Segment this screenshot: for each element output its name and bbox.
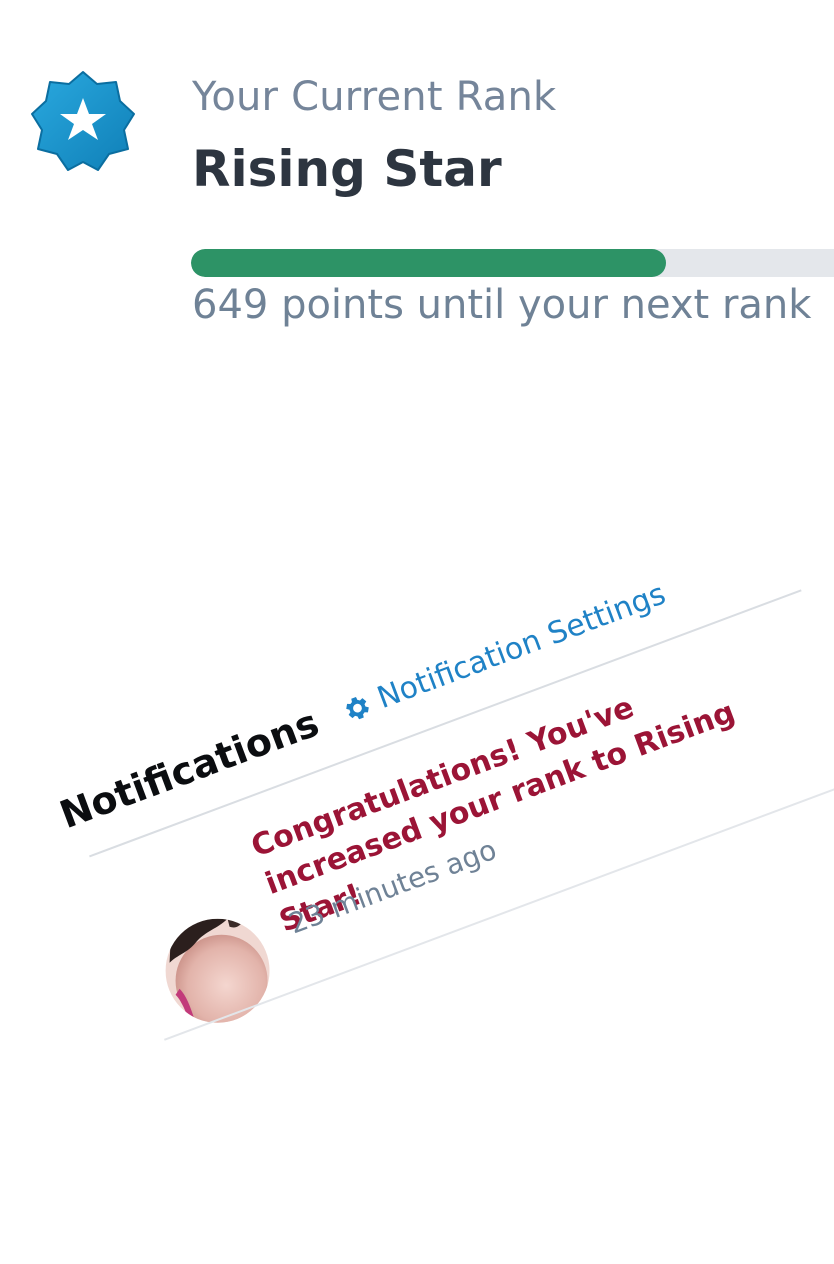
avatar xyxy=(165,918,270,1023)
notifications-panel: Notifications Notification Settings Cong… xyxy=(40,520,834,1080)
notifications-content: Notifications Notification Settings Cong… xyxy=(54,530,834,1264)
star-badge-icon xyxy=(31,71,135,171)
points-until-next-rank: 649 points until your next rank xyxy=(192,282,812,328)
rank-progress-bar xyxy=(191,249,834,277)
gear-icon xyxy=(346,696,369,719)
rank-progress-fill xyxy=(191,249,667,277)
current-rank-name: Rising Star xyxy=(192,140,502,198)
rank-subtitle: Your Current Rank xyxy=(192,74,557,120)
